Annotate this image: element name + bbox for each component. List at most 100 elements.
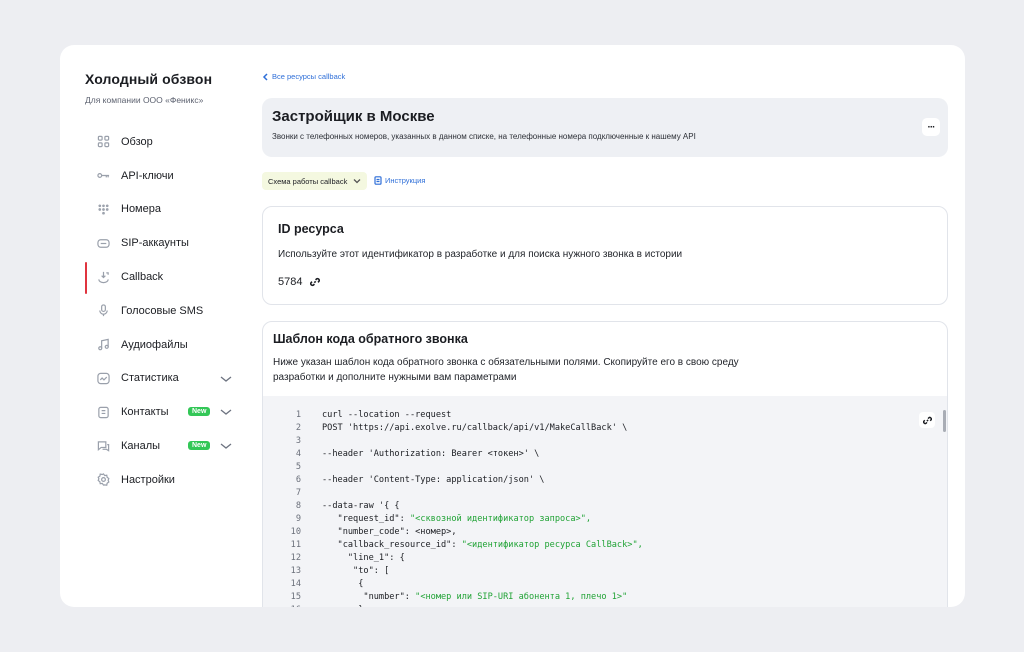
page-title: Застройщик в Москве (272, 108, 435, 125)
sidebar-item-overview[interactable]: Обзор (85, 125, 245, 159)
sidebar-item-channels[interactable]: Каналы New (85, 429, 245, 463)
copy-link-icon[interactable] (310, 277, 321, 287)
code-line: 4 --header 'Authorization: Bearer <токен>… (263, 448, 643, 461)
chevron-down-icon[interactable] (220, 374, 232, 384)
chevron-down-icon[interactable] (220, 441, 232, 451)
line-number: 11 (290, 540, 301, 550)
sidebar-item-settings[interactable]: Настройки (85, 463, 245, 497)
code-text: POST 'https://api.exolve.ru/callback/api… (322, 422, 627, 435)
code-block[interactable]: 1 curl --location --request 2 POST 'https:/… (263, 396, 947, 607)
resource-header: Застройщик в Москве Звонки с телефонных … (262, 98, 948, 157)
resource-id-card: ID ресурса Используйте этот идентификато… (262, 206, 948, 305)
dialpad-icon (96, 202, 110, 216)
code-token: "request_id": (322, 514, 410, 524)
main-content: Все ресурсы callback Застройщик в Москве… (262, 45, 948, 607)
code-line: 11 "callback_resource_id": "<идентификат… (263, 539, 643, 552)
code-text: "to": [ (322, 565, 389, 578)
sidebar-item-label: Голосовые SMS (121, 304, 204, 317)
sidebar-item-label: Каналы (121, 440, 161, 453)
gear-icon (96, 473, 110, 487)
new-badge: New (188, 407, 211, 417)
sidebar-item-voice-sms[interactable]: Голосовые SMS (85, 294, 245, 328)
sidebar-item-audio-files[interactable]: Аудиофайлы (85, 328, 245, 362)
line-number: 15 (290, 592, 301, 602)
line-number: 6 (295, 475, 301, 485)
code-token: curl --location --request (322, 410, 452, 420)
callback-scheme-label: Схема работы callback (268, 176, 348, 186)
code-line: 13 "to": [ (263, 565, 643, 578)
app-title: Холодный обзвон (85, 71, 213, 87)
sidebar-item-label: Номера (121, 203, 161, 216)
sidebar-item-api-keys[interactable]: API-ключи (85, 159, 245, 193)
code-string-token: "<сквозной идентификатор запроса>", (409, 514, 592, 524)
code-line: 3 (263, 435, 643, 448)
copy-code-button[interactable] (919, 412, 935, 428)
code-token: { (322, 579, 364, 589)
code-token: --header 'Content-Type: application/json… (322, 475, 545, 485)
instruction-link[interactable]: Инструкция (374, 176, 425, 185)
chevron-down-icon[interactable] (220, 407, 232, 417)
sidebar-item-statistics[interactable]: Статистика (85, 362, 245, 396)
sidebar-item-label: Аудиофайлы (121, 338, 188, 351)
music-note-icon (96, 338, 110, 352)
sidebar-item-label: SIP-аккаунты (121, 237, 189, 250)
sidebar-item-label: Статистика (121, 372, 179, 385)
code-text: "line_1": { (322, 552, 405, 565)
code-token: --header 'Authorization: Bearer <токен>'… (322, 449, 540, 459)
sidebar-item-contacts[interactable]: Контакты New (85, 395, 245, 429)
callback-scheme-dropdown[interactable]: Схема работы callback (262, 172, 368, 190)
code-line: 7 (263, 487, 643, 500)
code-text: --header 'Content-Type: application/json… (322, 474, 544, 487)
line-number: 10 (290, 527, 301, 537)
code-text: "number": "<номер или SIP-URI абонента 1… (322, 591, 627, 604)
back-link-label: Все ресурсы callback (272, 72, 346, 81)
code-token: --data-raw '{ { (322, 501, 400, 511)
more-menu-button[interactable]: ··· (922, 118, 940, 136)
sidebar-item-label: Обзор (121, 135, 153, 148)
code-template-description: Ниже указан шаблон кода обратного звонка… (273, 357, 739, 383)
copy-link-icon (922, 416, 932, 424)
callback-icon (96, 270, 110, 284)
code-line: 1 curl --location --request (263, 409, 643, 422)
code-token: "callback_resource_id": (322, 540, 462, 550)
resource-id-value: 5784 (278, 276, 321, 288)
code-string-token: "<идентификатор ресурса CallBack>", (461, 540, 643, 550)
microphone-icon (96, 304, 110, 318)
code-line: 12 "line_1": { (263, 552, 643, 565)
code-text: curl --location --request (322, 409, 451, 422)
code-line: 14 { (263, 578, 643, 591)
chevron-left-icon (262, 72, 268, 81)
code-text: --header 'Authorization: Bearer <токен>'… (322, 448, 539, 461)
sidebar-item-sip-accounts[interactable]: SIP-аккаунты (85, 226, 245, 260)
code-token: "to": [ (322, 566, 390, 576)
code-text: "callback_resource_id": "<идентификатор … (322, 539, 643, 552)
back-link[interactable]: Все ресурсы callback (262, 72, 345, 81)
line-number: 13 (290, 566, 301, 576)
sip-icon (96, 236, 110, 250)
line-number: 8 (295, 501, 301, 511)
app-window: Холодный обзвон Для компании ООО «Феникс… (60, 45, 965, 607)
chart-icon (96, 371, 110, 385)
sidebar-item-label: Callback (121, 271, 164, 284)
sidebar-item-callback[interactable]: Callback (85, 260, 245, 294)
code-token: "line_1": { (322, 553, 405, 563)
code-scrollbar[interactable] (943, 410, 946, 432)
code-text: }, (322, 604, 368, 607)
sidebar: Холодный обзвон Для компании ООО «Феникс… (60, 45, 250, 607)
resource-id-number: 5784 (278, 276, 303, 288)
line-number: 4 (295, 449, 301, 459)
chat-icon (96, 439, 110, 453)
code-text: "number_code": <номер>, (322, 526, 457, 539)
app-subtitle: Для компании ООО «Феникс» (85, 95, 204, 105)
line-number: 2 (295, 423, 301, 433)
new-badge: New (188, 441, 211, 451)
key-icon (96, 169, 110, 183)
sidebar-item-numbers[interactable]: Номера (85, 193, 245, 227)
document-icon (374, 176, 382, 185)
line-number: 16 (263, 604, 322, 607)
code-line: 2 POST 'https://api.exolve.ru/callback/ap… (263, 422, 643, 435)
code-token: "number": (322, 592, 416, 602)
code-text: "request_id": "<сквозной идентификатор з… (322, 513, 592, 526)
code-text: { (322, 578, 363, 591)
code-line: 6 --header 'Content-Type: application/jso… (263, 474, 643, 487)
